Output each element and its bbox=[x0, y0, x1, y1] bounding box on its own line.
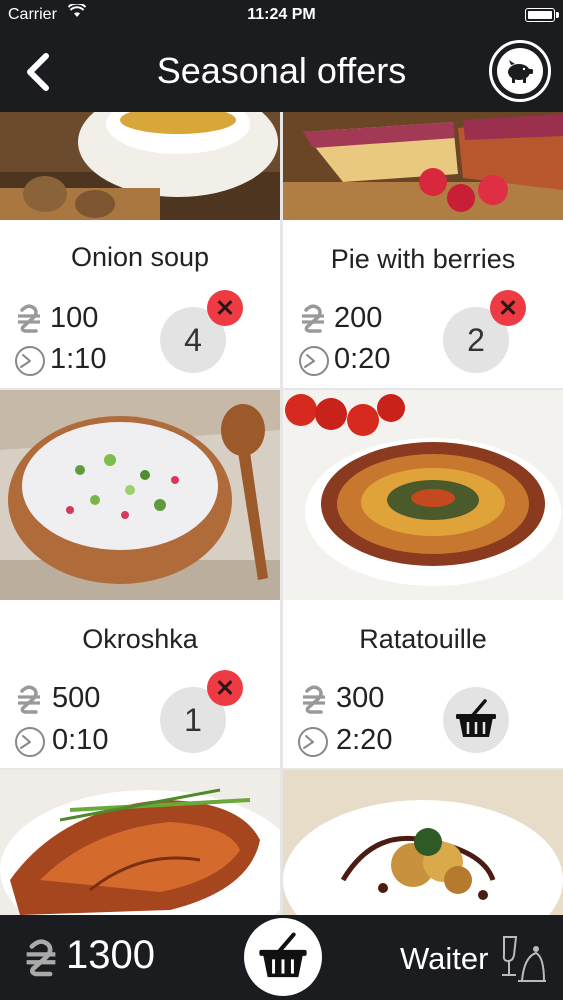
item-cook-time: 1:10 bbox=[50, 343, 107, 375]
basket-icon bbox=[259, 932, 307, 978]
offer-card-okroshka[interactable]: Okroshka 500 0:10 1 bbox=[0, 390, 280, 768]
item-price: 100 bbox=[50, 302, 99, 334]
offer-card-onion-soup[interactable]: Onion soup 100 1:10 4 bbox=[0, 112, 280, 388]
remove-icon[interactable] bbox=[207, 670, 243, 706]
item-name: Ratatouille bbox=[359, 624, 487, 654]
piggy-bank-button[interactable] bbox=[489, 40, 551, 102]
hryvnia-icon bbox=[26, 939, 56, 977]
hryvnia-icon bbox=[18, 685, 40, 714]
clock-icon bbox=[15, 727, 45, 757]
bottom-bar: 1300 Waiter bbox=[0, 915, 563, 1000]
clock-icon bbox=[15, 346, 45, 376]
clock-icon bbox=[298, 727, 328, 757]
okroshka-photo bbox=[0, 390, 280, 600]
item-price: 500 bbox=[52, 682, 101, 714]
basket-icon bbox=[456, 699, 496, 737]
remove-icon[interactable] bbox=[490, 290, 526, 326]
dessert-plate-photo bbox=[283, 770, 563, 915]
offer-card-dessert[interactable] bbox=[283, 770, 563, 915]
item-cook-time: 0:20 bbox=[334, 343, 391, 375]
item-name: Okroshka bbox=[82, 624, 198, 654]
add-to-basket-button[interactable] bbox=[443, 687, 509, 753]
cart-button[interactable] bbox=[244, 918, 322, 996]
offer-card-pie-with-berries[interactable]: Pie with berries 200 0:20 2 bbox=[283, 112, 563, 388]
offer-card-salmon[interactable] bbox=[0, 770, 280, 915]
piggy-bank-icon bbox=[508, 60, 533, 83]
ratatouille-photo bbox=[283, 390, 563, 600]
remove-icon[interactable] bbox=[207, 290, 243, 326]
hryvnia-icon bbox=[302, 304, 324, 333]
onion-soup-image bbox=[0, 112, 280, 220]
nav-bar: Seasonal offers bbox=[0, 32, 563, 112]
okroshka-image bbox=[0, 390, 280, 600]
item-name: Pie with berries bbox=[330, 244, 516, 274]
item-cook-time: 0:10 bbox=[52, 724, 109, 756]
status-bar: Carrier 11:24 PM bbox=[0, 0, 563, 32]
order-total: 1300 bbox=[66, 933, 155, 977]
piggy-bank-icon-circle bbox=[497, 48, 543, 94]
offer-card-ratatouille[interactable]: Ratatouille 300 2:20 bbox=[283, 390, 563, 768]
item-price: 300 bbox=[336, 682, 385, 714]
clock-icon bbox=[299, 346, 329, 376]
call-waiter-button[interactable]: Waiter bbox=[400, 941, 488, 977]
hryvnia-icon bbox=[303, 685, 325, 714]
waiter-icon bbox=[502, 936, 546, 982]
item-price: 200 bbox=[334, 302, 383, 334]
dessert-plate-image bbox=[283, 770, 563, 915]
clock-time: 11:24 PM bbox=[247, 6, 316, 23]
battery-icon bbox=[525, 8, 559, 22]
onion-soup-photo bbox=[0, 112, 280, 220]
offers-grid: Onion soup 100 1:10 4 Pie with berries 2… bbox=[0, 112, 563, 915]
grilled-salmon-image bbox=[0, 770, 280, 915]
page-title: Seasonal offers bbox=[156, 50, 407, 91]
ratatouille-image bbox=[283, 390, 563, 600]
grilled-salmon-photo bbox=[0, 770, 280, 915]
item-cook-time: 2:20 bbox=[336, 724, 393, 756]
berry-pie-photo bbox=[283, 112, 563, 220]
berry-pie-image bbox=[283, 112, 563, 220]
item-name: Onion soup bbox=[70, 242, 210, 272]
hryvnia-icon bbox=[18, 304, 40, 333]
